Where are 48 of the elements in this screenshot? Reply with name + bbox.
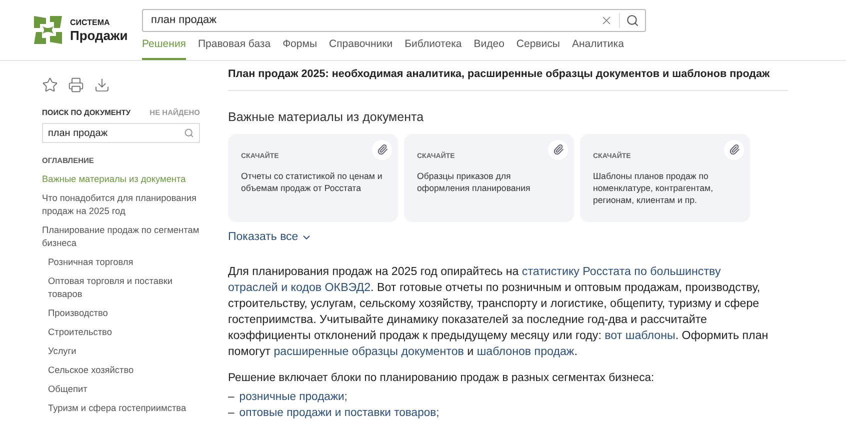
paperclip-icon [552,144,564,156]
search-field[interactable]: план продаж [142,9,646,32]
text-link[interactable]: вот шаблоны [604,329,676,342]
toc-item[interactable]: Общепит [42,380,200,398]
article-title: План продаж 2025: необходимая аналитика, расширенные образцы документов и шаблонов продаж [228,61,788,92]
nav-tab[interactable]: Видео [474,37,504,60]
blocks-intro: Решение включает блоки по планированию продаж в разных сегментах бизнеса: [228,371,656,386]
toc-item[interactable]: Услуги [42,342,200,360]
star-icon[interactable] [42,77,58,93]
toc-item[interactable]: Планирование продаж по сегментам бизнеса [42,220,200,252]
nav-tab[interactable]: Сервисы [516,37,560,60]
nav-tab[interactable]: Формы [282,37,318,60]
materials-title: Важные материалы из документа [228,109,425,126]
text-link[interactable]: отраслей и кодов ОКВЭД2 [228,281,371,294]
list-dash: – [228,390,234,406]
list-dash: – [228,406,234,422]
toc-item[interactable]: Строительство [42,322,200,342]
show-all-link[interactable]: Показать все [228,228,312,246]
card-text: Отчеты со статистикой по ценам и объемам продаж от Росстата [241,170,384,194]
text-link[interactable]: расширенные образцы документов [274,345,464,358]
toc-item[interactable]: Сельское хозяйство [42,360,200,380]
list-link[interactable]: розничные продажи; [239,389,348,406]
toc-item[interactable]: Производство [42,304,200,322]
doc-search-field[interactable]: план продаж [42,123,200,144]
nav-tab[interactable]: Библиотека [404,37,462,60]
toc-item[interactable]: Оптовая торговля и поставки товаров [42,272,200,304]
paperclip-icon [376,144,388,156]
logo-icon [32,14,64,46]
download-icon[interactable] [94,77,110,93]
text-link[interactable]: шаблонов продаж [476,345,574,358]
logo-title: Продажи [70,28,128,42]
toc-item[interactable]: Туризм и сфера гостеприимства [42,398,200,418]
clear-icon[interactable] [600,14,613,27]
paperclip-icon [728,144,740,156]
toc-item[interactable]: Розничная торговля [42,252,200,272]
search-icon[interactable] [184,128,194,138]
logo-subtitle: СИСТЕМА [70,18,111,26]
search-icon[interactable] [626,14,639,27]
print-icon[interactable] [68,77,84,93]
article-paragraph: Для планирования продаж на 2025 год опирайтесь на статистику Росстата по большинству отраслей и кодов ОКВЭД2. Вот готовые отчеты по розничным и оптовым продажам, производству, строительству, услугам, сельскому хозяйству, транспорту и логистике, общепиту, туризму и сфере гостеприимства. Учитывайте динамику показателей за последние год-два и рассчитайте коэффициенты отклонений продаж к предыдущему месяцу или году: вот шаблоны. Оформить план помогут расширенные образцы документов и шаблонов продаж. [228,264,770,360]
nav-tab[interactable]: Справочники [329,37,393,60]
card-text: Шаблоны планов продаж по номенклатуре, контрагентам, регионам, клиентам и пр. [593,170,714,206]
nav-tab[interactable]: Правовая база [198,37,271,60]
nav-tab[interactable]: Аналитика [572,37,624,60]
list-link[interactable]: оптовые продажи и поставки товаров; [239,405,440,422]
text-link[interactable]: статистику Росстата по большинству [522,265,721,278]
card-text: Образцы приказов для оформления планирования [417,170,532,194]
toc-item[interactable]: Что понадобится для планирования продаж на 2025 год [42,188,200,220]
